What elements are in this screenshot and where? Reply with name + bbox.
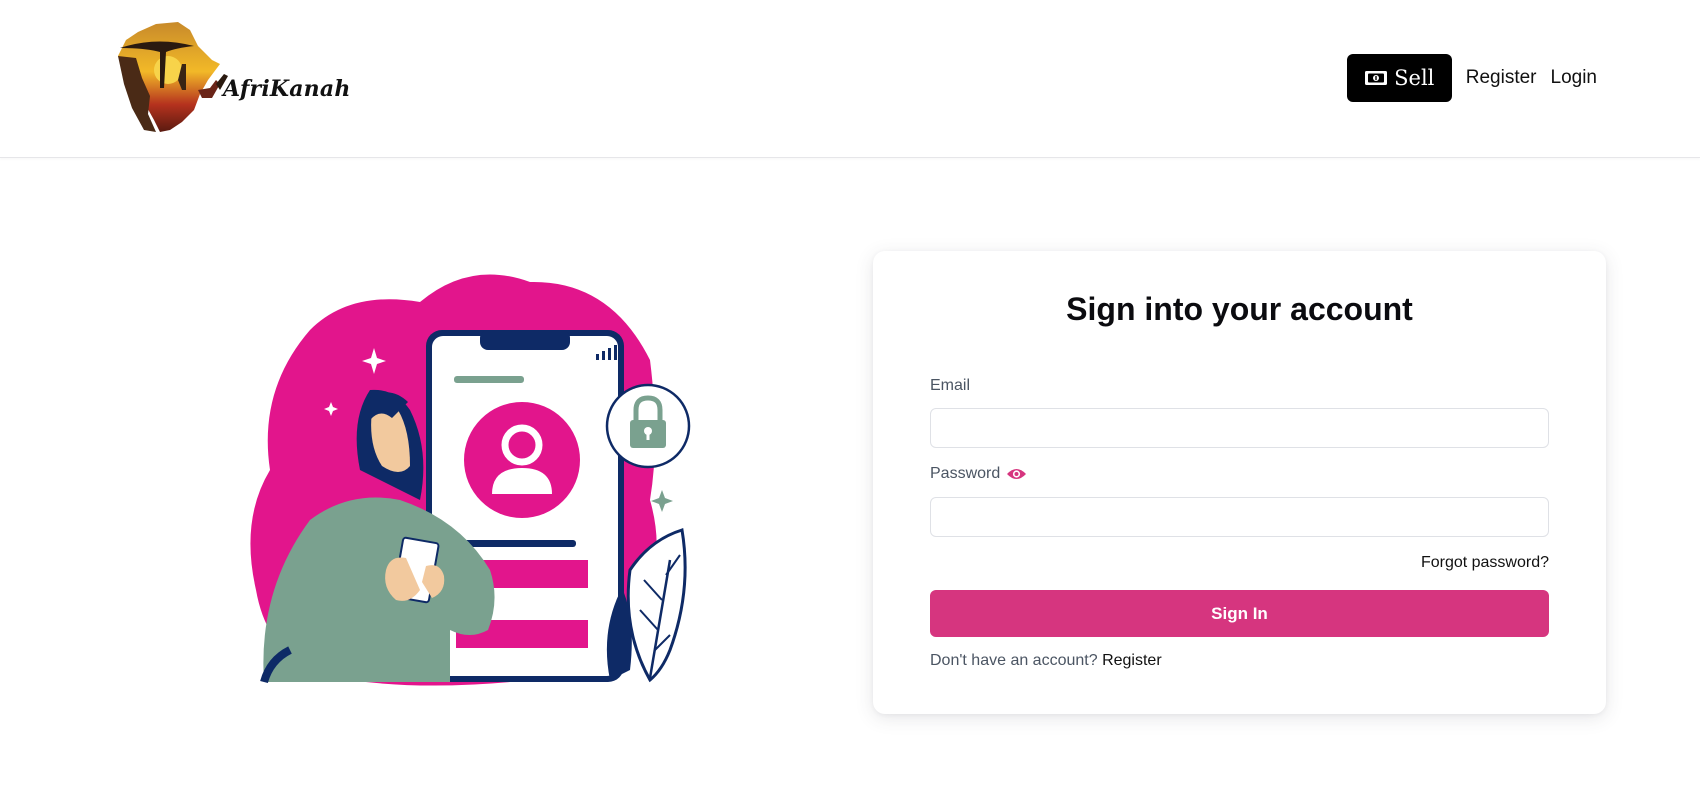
nav-register-link[interactable]: Register: [1466, 67, 1537, 89]
email-label-text: Email: [930, 377, 971, 394]
no-account-text: Don't have an account?: [930, 652, 1098, 669]
email-field[interactable]: [930, 408, 1549, 448]
user-icon: [464, 402, 580, 518]
sign-in-button[interactable]: Sign In: [930, 590, 1549, 637]
eye-icon[interactable]: [1006, 467, 1027, 481]
site-header: AfriKanah Sell Register Login: [0, 0, 1700, 158]
sell-button[interactable]: Sell: [1346, 54, 1452, 102]
login-illustration: [250, 270, 710, 700]
email-label: Email: [930, 377, 970, 395]
nav-login-link[interactable]: Login: [1551, 67, 1598, 89]
password-label: Password: [930, 465, 1027, 483]
page-title: Sign into your account: [1066, 291, 1413, 327]
money-icon: [1365, 71, 1388, 85]
password-field[interactable]: [930, 497, 1549, 537]
lock-icon: [605, 383, 691, 469]
password-label-text: Password: [930, 465, 1001, 482]
sell-label: Sell: [1394, 66, 1435, 90]
brand-name: AfriKanah: [223, 76, 351, 102]
register-prompt: Don't have an account? Register: [930, 652, 1162, 670]
illustration-graphic: [250, 274, 691, 686]
brand-logo[interactable]: AfriKanah: [116, 18, 350, 136]
header-nav: Sell Register Login: [1346, 54, 1598, 102]
register-link[interactable]: Register: [1102, 652, 1162, 669]
login-card: Sign into your account Email Password Fo…: [873, 251, 1606, 714]
forgot-password-link[interactable]: Forgot password?: [1421, 554, 1549, 572]
